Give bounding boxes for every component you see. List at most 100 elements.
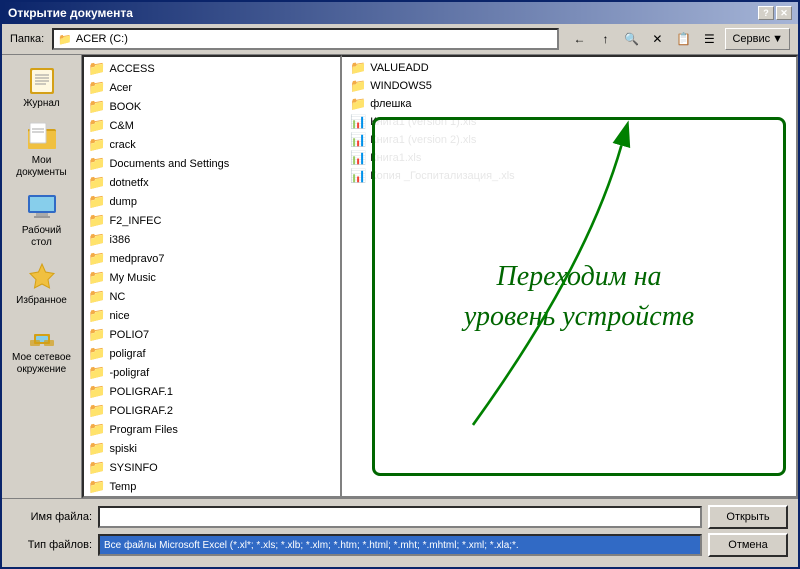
folder-icon: 📁 xyxy=(88,98,105,115)
title-bar: Открытие документа ? ✕ xyxy=(2,2,798,24)
file-item[interactable]: 📊 Копия _Госпитализация_.xls xyxy=(342,167,796,185)
sidebar-item-network[interactable]: Мое сетевоеокружение xyxy=(4,313,79,381)
folder-icon: 📁 xyxy=(88,326,105,343)
folder-item[interactable]: 📁 Documents and Settings xyxy=(84,154,340,173)
folder-icon: 📁 xyxy=(88,155,105,172)
folder-item[interactable]: 📁 Acer xyxy=(84,78,340,97)
toolbar-buttons: ← ↑ 🔍 ✕ 📋 ☰ xyxy=(567,28,721,50)
folder-icon: 📁 xyxy=(88,250,105,267)
folder-item[interactable]: 📁 dotnetfx xyxy=(84,173,340,192)
network-icon xyxy=(26,318,58,350)
folder-icon: 📁 xyxy=(88,364,105,381)
my-docs-icon xyxy=(26,121,58,153)
view-button[interactable]: ☰ xyxy=(697,28,721,50)
folder-item[interactable]: 📁 SYSINFO xyxy=(84,458,340,477)
service-label: Сервис xyxy=(732,33,770,45)
location-text: ACER (C:) xyxy=(76,33,128,45)
sidebar-item-desktop[interactable]: Рабочийстол xyxy=(4,186,79,254)
folder-icon: 📁 xyxy=(88,307,105,324)
file-item[interactable]: 📊 Книга1 (version 1).xls xyxy=(342,113,796,131)
up-button[interactable]: ↑ xyxy=(593,28,617,50)
folder-item[interactable]: 📁 nice xyxy=(84,306,340,325)
folder-item[interactable]: 📁 POLIO7 xyxy=(84,325,340,344)
favorites-icon xyxy=(26,261,58,293)
filetype-label: Тип файлов: xyxy=(12,539,92,551)
folder-icon: 📁 xyxy=(88,212,105,229)
filetype-select[interactable]: Все файлы Microsoft Excel (*.xl*; *.xls;… xyxy=(98,534,702,556)
filename-input[interactable] xyxy=(98,506,702,528)
folder-icon: 📁 xyxy=(88,193,105,210)
folder-icon: 📁 xyxy=(88,383,105,400)
bottom-bar: Имя файла: Открыть Тип файлов: Все файлы… xyxy=(2,498,798,567)
folder-icon: 📁 xyxy=(88,269,105,286)
folder-item[interactable]: 📁 -poligraf xyxy=(84,363,340,382)
folder-item[interactable]: 📁 My Music xyxy=(84,268,340,287)
folder-icon: 📁 xyxy=(88,288,105,305)
file-item[interactable]: 📊 Книга1.xls xyxy=(342,149,796,167)
folder-item[interactable]: 📁 F2_INFEC xyxy=(84,211,340,230)
folder-item[interactable]: 📁 C&M xyxy=(84,116,340,135)
folder-icon: 📁 xyxy=(350,60,366,76)
file-item[interactable]: 📁 VALUEADD xyxy=(342,59,796,77)
favorites-label: Избранное xyxy=(16,295,67,306)
file-area: 📁 ACCESS 📁 Acer 📁 BOOK 📁 C&M 📁 cr xyxy=(82,55,798,498)
close-button[interactable]: ✕ xyxy=(776,6,792,20)
folder-icon: 📁 xyxy=(88,231,105,248)
sidebar-item-favorites[interactable]: Избранное xyxy=(4,256,79,311)
excel-icon: 📊 xyxy=(350,114,366,130)
folder-item[interactable]: 📁 dump xyxy=(84,192,340,211)
folder-icon: 📁 xyxy=(88,421,105,438)
open-button-group: Открыть xyxy=(708,505,788,529)
folder-icon: 📁 xyxy=(350,78,366,94)
desktop-label: Рабочийстол xyxy=(22,225,61,249)
folder-icon: 📁 xyxy=(88,402,105,419)
filetype-row: Тип файлов: Все файлы Microsoft Excel (*… xyxy=(12,533,788,557)
folder-panel[interactable]: 📁 ACCESS 📁 Acer 📁 BOOK 📁 C&M 📁 cr xyxy=(82,55,342,498)
folder-item[interactable]: 📁 BOOK xyxy=(84,97,340,116)
folder-item[interactable]: 📁 Program Files xyxy=(84,420,340,439)
folder-item[interactable]: 📁 i386 xyxy=(84,230,340,249)
file-item[interactable]: 📁 флешка xyxy=(342,95,796,113)
search-button[interactable]: 🔍 xyxy=(619,28,643,50)
folder-item[interactable]: 📁 NC xyxy=(84,287,340,306)
folder-item[interactable]: 📁 medpravo7 xyxy=(84,249,340,268)
service-arrow-icon: ▼ xyxy=(772,33,783,45)
filename-row: Имя файла: Открыть xyxy=(12,505,788,529)
folder-item[interactable]: 📁 POLIGRAF.2 xyxy=(84,401,340,420)
open-button[interactable]: Открыть xyxy=(708,505,788,529)
cancel-button[interactable]: Отмена xyxy=(708,533,788,557)
open-document-dialog: Открытие документа ? ✕ Папка: 📁 ACER (C:… xyxy=(0,0,800,569)
folder-item[interactable]: 📁 spiski xyxy=(84,439,340,458)
desktop-icon xyxy=(26,191,58,223)
location-label: Папка: xyxy=(10,33,44,45)
location-dropdown[interactable]: 📁 ACER (C:) xyxy=(52,28,559,50)
sidebar-item-my-docs[interactable]: Моидокументы xyxy=(4,116,79,184)
sidebar-item-journal[interactable]: Журнал xyxy=(4,59,79,114)
annotation-text: Переходим на уровень устройств xyxy=(464,257,694,335)
folder-item[interactable]: 📁 POLIGRAF.1 xyxy=(84,382,340,401)
back-button[interactable]: ← xyxy=(567,28,591,50)
filetype-text: Все файлы Microsoft Excel (*.xl*; *.xls;… xyxy=(104,540,519,551)
file-item[interactable]: 📊 Книга1 (version 2).xls xyxy=(342,131,796,149)
delete-button[interactable]: ✕ xyxy=(645,28,669,50)
folder-item[interactable]: 📁 ACCESS xyxy=(84,59,340,78)
journal-label: Журнал xyxy=(23,98,60,109)
main-content: Журнал Моидокументы xyxy=(2,55,798,498)
journal-icon xyxy=(26,64,58,96)
excel-icon: 📊 xyxy=(350,132,366,148)
files-panel[interactable]: 📁 VALUEADD 📁 WINDOWS5 📁 флешка 📊 Книга1 … xyxy=(342,55,798,498)
excel-icon: 📊 xyxy=(350,150,366,166)
toolbar: Папка: 📁 ACER (C:) ← ↑ 🔍 ✕ 📋 ☰ Сервис ▼ xyxy=(2,24,798,55)
folder-icon: 📁 xyxy=(88,60,105,77)
new-folder-button[interactable]: 📋 xyxy=(671,28,695,50)
folder-item[interactable]: 📁 crack xyxy=(84,135,340,154)
folder-icon: 📁 xyxy=(88,459,105,476)
folder-item[interactable]: 📁 Temp xyxy=(84,477,340,496)
excel-icon: 📊 xyxy=(350,168,366,184)
sidebar: Журнал Моидокументы xyxy=(2,55,82,498)
service-menu-button[interactable]: Сервис ▼ xyxy=(725,28,790,50)
file-item[interactable]: 📁 WINDOWS5 xyxy=(342,77,796,95)
title-bar-buttons: ? ✕ xyxy=(758,6,792,20)
help-button[interactable]: ? xyxy=(758,6,774,20)
folder-item[interactable]: 📁 poligraf xyxy=(84,344,340,363)
